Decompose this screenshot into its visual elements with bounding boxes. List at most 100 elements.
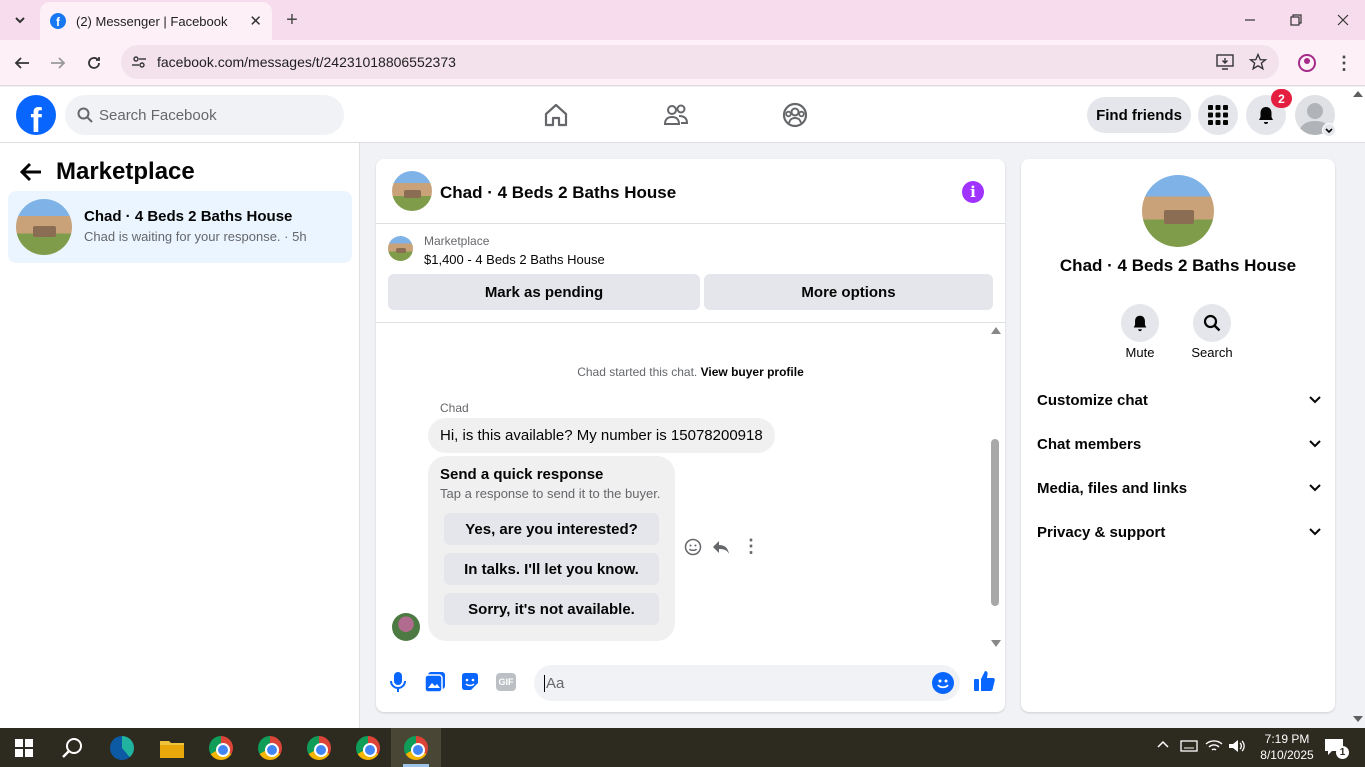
chrome-active-icon[interactable] [400, 733, 432, 763]
tab-search-chevron-icon[interactable] [8, 8, 32, 32]
chrome-profile-b-icon[interactable] [254, 733, 286, 763]
account-chevron-icon[interactable] [1322, 123, 1336, 137]
profile-icon[interactable] [1295, 51, 1319, 75]
page-scroll-down-icon[interactable] [1353, 716, 1363, 722]
mute-button[interactable] [1121, 304, 1159, 342]
facebook-header: f Search Facebook Find friends [0, 87, 1365, 143]
conversation-list-item[interactable]: Chad · 4 Beds 2 Baths House Chad is wait… [8, 191, 352, 263]
quick-response-option[interactable]: Sorry, it's not available. [444, 593, 659, 625]
url-text: facebook.com/messages/t/2423101880655237… [157, 54, 456, 70]
back-arrow-icon[interactable] [20, 162, 42, 182]
message-thread[interactable]: Chad started this chat. View buyer profi… [376, 322, 1005, 652]
install-app-icon[interactable] [1213, 50, 1237, 74]
clock-time: 7:19 PM [1264, 732, 1310, 746]
chevron-down-icon [1309, 528, 1321, 536]
keyboard-language-icon[interactable] [1180, 738, 1198, 754]
edge-icon[interactable] [106, 733, 138, 763]
conversation-preview: Chad is waiting for your response. · 5h [84, 229, 307, 244]
chrome-profile-a-icon[interactable] [205, 733, 237, 763]
quick-response-option[interactable]: In talks. I'll let you know. [444, 553, 659, 585]
tray-chevron-icon[interactable] [1157, 739, 1169, 749]
profile-name: Chad · 4 Beds 2 Baths House [1059, 256, 1297, 275]
url-bar[interactable]: facebook.com/messages/t/2423101880655237… [121, 45, 1279, 79]
browser-tab-bar: f (2) Messenger | Facebook ✕ + [0, 0, 1365, 40]
active-app-highlight [391, 728, 441, 767]
chat-title[interactable]: Chad · 4 Beds 2 Baths House [440, 183, 676, 203]
chrome-menu-icon[interactable]: ⋮ [1332, 51, 1356, 75]
address-bar-row: facebook.com/messages/t/2423101880655237… [0, 40, 1365, 86]
tab-title: (2) Messenger | Facebook [76, 13, 228, 29]
microphone-icon[interactable] [390, 671, 406, 693]
windows-start-icon[interactable] [8, 733, 40, 763]
facebook-logo-icon[interactable]: f [16, 95, 56, 135]
search-in-chat-button[interactable] [1193, 304, 1231, 342]
page-scroll-up-icon[interactable] [1353, 91, 1363, 97]
conversation-name: Chad · 4 Beds 2 Baths House [84, 208, 293, 225]
thumbs-up-icon[interactable] [973, 670, 995, 692]
site-info-icon[interactable] [127, 50, 151, 74]
bell-icon [1133, 315, 1147, 332]
home-icon[interactable] [542, 101, 570, 129]
more-options-button[interactable]: More options [704, 274, 993, 310]
emoji-icon[interactable] [932, 672, 954, 694]
action-center-icon[interactable]: 1 [1324, 738, 1349, 759]
gif-icon[interactable]: GIF [496, 673, 516, 691]
close-tab-icon[interactable]: ✕ [249, 12, 262, 30]
back-icon[interactable] [10, 51, 34, 75]
sticker-icon[interactable] [460, 672, 480, 692]
customize-chat-row[interactable]: Customize chat [1037, 388, 1321, 412]
privacy-support-row[interactable]: Privacy & support [1037, 520, 1321, 544]
message-bubble[interactable]: Hi, is this available? My number is 1507… [428, 418, 775, 453]
chat-info-panel: Chad · 4 Beds 2 Baths House Mute Search … [1021, 159, 1335, 712]
message-scrollbar[interactable] [988, 323, 1002, 653]
view-buyer-profile-link[interactable]: View buyer profile [701, 365, 804, 379]
sidebar-title: Marketplace [56, 158, 195, 185]
more-actions-icon[interactable]: ⋮ [742, 536, 760, 557]
react-icon[interactable] [684, 538, 702, 556]
close-window-icon[interactable] [1331, 8, 1355, 32]
taskbar-search-icon[interactable] [56, 733, 88, 763]
photo-icon[interactable] [425, 672, 445, 692]
bookmark-star-icon[interactable] [1246, 50, 1270, 74]
chrome-profile-c-icon[interactable] [303, 733, 335, 763]
restore-icon[interactable] [1284, 8, 1308, 32]
forward-icon[interactable] [46, 51, 70, 75]
chat-avatar[interactable] [392, 171, 432, 211]
chat-start-notice: Chad started this chat. View buyer profi… [376, 365, 1005, 379]
listing-title[interactable]: $1,400 - 4 Beds 2 Baths House [424, 252, 605, 267]
facebook-favicon-icon: f [50, 13, 66, 29]
reply-icon[interactable] [712, 538, 730, 556]
media-files-links-row[interactable]: Media, files and links [1037, 476, 1321, 500]
message-placeholder: Aa [544, 674, 565, 692]
taskbar-clock[interactable]: 7:19 PM 8/10/2025 [1252, 731, 1322, 763]
new-tab-icon[interactable]: + [280, 8, 304, 32]
quick-response-title: Send a quick response [440, 466, 604, 483]
mute-label: Mute [1125, 345, 1155, 360]
groups-icon[interactable] [781, 101, 809, 129]
scroll-up-arrow-icon[interactable] [991, 327, 1001, 334]
info-icon[interactable]: i [962, 181, 984, 203]
chrome-profile-d-icon[interactable] [352, 733, 384, 763]
minimize-icon[interactable] [1238, 8, 1262, 32]
message-input[interactable]: Aa [534, 665, 960, 701]
browser-tab[interactable]: f (2) Messenger | Facebook ✕ [40, 2, 272, 40]
search-facebook-input[interactable]: Search Facebook [65, 95, 344, 135]
menu-grid-button[interactable] [1198, 95, 1238, 135]
quick-response-option[interactable]: Yes, are you interested? [444, 513, 659, 545]
friends-icon[interactable] [662, 101, 690, 129]
wifi-icon[interactable] [1205, 738, 1223, 754]
volume-icon[interactable] [1228, 738, 1246, 754]
reload-icon[interactable] [82, 51, 106, 75]
profile-avatar[interactable] [1142, 175, 1214, 247]
search-icon [77, 107, 93, 123]
chat-members-row[interactable]: Chat members [1037, 432, 1321, 456]
mark-as-pending-button[interactable]: Mark as pending [388, 274, 700, 310]
chat-started-text: Chad started this chat. [577, 365, 698, 379]
sender-avatar[interactable] [392, 613, 420, 641]
file-explorer-icon[interactable] [156, 733, 188, 763]
chevron-down-icon [1309, 440, 1321, 448]
scrollbar-thumb[interactable] [991, 439, 999, 606]
find-friends-button[interactable]: Find friends [1087, 97, 1191, 133]
menu-label: Media, files and links [1037, 479, 1188, 497]
scroll-down-arrow-icon[interactable] [991, 640, 1001, 647]
